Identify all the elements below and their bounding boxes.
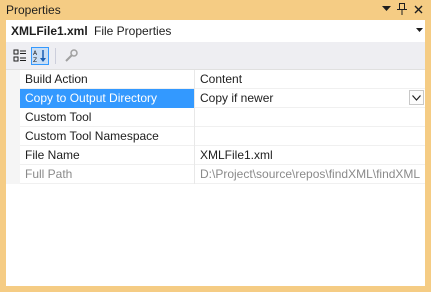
property-row-file-name[interactable]: File Name XMLFile1.xml (6, 146, 425, 165)
property-name: Copy to Output Directory (20, 89, 195, 108)
property-grid: Build Action Content Copy to Output Dire… (6, 70, 425, 184)
property-value[interactable] (196, 127, 425, 146)
row-margin (6, 146, 20, 165)
row-margin (6, 127, 20, 146)
property-value[interactable]: Copy if newer (196, 89, 425, 108)
property-name: Custom Tool (20, 108, 195, 127)
row-margin (6, 70, 20, 89)
properties-titlebar[interactable]: Properties (0, 0, 431, 20)
property-row-custom-tool[interactable]: Custom Tool (6, 108, 425, 127)
property-value[interactable]: XMLFile1.xml (196, 146, 425, 165)
property-value-text: Copy if newer (200, 91, 274, 105)
row-margin (6, 89, 20, 108)
property-name: Full Path (20, 165, 195, 184)
categorized-icon[interactable] (11, 47, 29, 65)
pin-icon[interactable] (394, 1, 410, 17)
property-row-copy-to-output[interactable]: Copy to Output Directory Copy if newer (6, 89, 425, 108)
chevron-down-icon[interactable] (416, 25, 423, 34)
property-name: Custom Tool Namespace (20, 127, 195, 146)
toolbar-separator (55, 48, 56, 64)
properties-toolbar: A Z (6, 42, 425, 70)
property-name: Build Action (20, 70, 195, 89)
object-selector[interactable]: XMLFile1.xml File Properties (6, 20, 425, 42)
row-margin (6, 108, 20, 127)
svg-text:A: A (33, 50, 38, 57)
property-row-build-action[interactable]: Build Action Content (6, 70, 425, 89)
selected-object-type: File Properties (94, 24, 172, 38)
property-row-full-path[interactable]: Full Path D:\Project\source\repos\findXM… (6, 165, 425, 184)
selected-object-name: XMLFile1.xml (11, 24, 88, 38)
property-name: File Name (20, 146, 195, 165)
property-value[interactable]: Content (196, 70, 425, 89)
property-value[interactable] (196, 108, 425, 127)
close-icon[interactable] (410, 1, 426, 17)
property-row-custom-tool-namespace[interactable]: Custom Tool Namespace (6, 127, 425, 146)
row-margin (6, 165, 20, 184)
window-dropdown-icon[interactable] (378, 1, 394, 17)
chevron-down-icon[interactable] (409, 90, 424, 105)
window-title: Properties (6, 3, 61, 17)
svg-text:Z: Z (33, 57, 37, 63)
wrench-icon[interactable] (62, 47, 80, 65)
alphabetical-sort-icon[interactable]: A Z (31, 47, 49, 65)
property-value: D:\Project\source\repos\findXML\findXML (200, 167, 421, 181)
